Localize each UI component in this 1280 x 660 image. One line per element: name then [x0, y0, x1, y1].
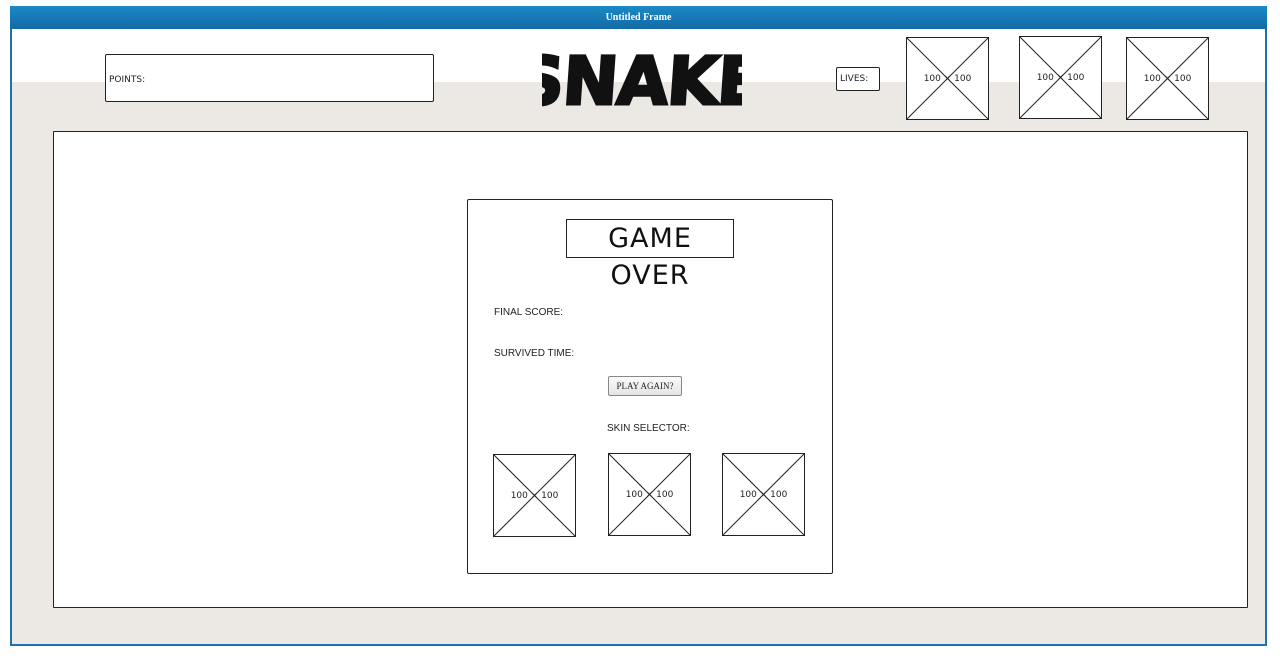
lives-label-box: LIVES: — [836, 67, 880, 91]
points-label: POINTS: — [109, 75, 146, 85]
window-title: Untitled Frame — [605, 12, 672, 23]
life-icon-3-label: 100 × 100 — [1143, 73, 1192, 84]
final-score-label: FINAL SCORE: — [494, 307, 564, 318]
skin-option-2-label: 100 × 100 — [625, 489, 674, 500]
life-icon-1: 100 × 100 — [906, 37, 989, 120]
skin-selector-label: SKIN SELECTOR: — [607, 423, 690, 434]
skin-option-3[interactable]: 100 × 100 — [722, 453, 805, 536]
skin-option-1[interactable]: 100 × 100 — [493, 454, 576, 537]
survived-time-label: SURVIVED TIME: — [494, 348, 575, 359]
skin-option-3-label: 100 × 100 — [739, 489, 788, 500]
life-icon-3: 100 × 100 — [1126, 37, 1209, 120]
life-icon-2: 100 × 100 — [1019, 36, 1102, 119]
points-display: POINTS: — [105, 54, 434, 102]
svg-text:SNAKE: SNAKE — [542, 43, 742, 116]
skin-option-1-label: 100 × 100 — [510, 490, 559, 501]
skin-option-2[interactable]: 100 × 100 — [608, 453, 691, 536]
lives-label: LIVES: — [840, 74, 869, 84]
window-title-bar: Untitled Frame — [10, 6, 1267, 29]
life-icon-2-label: 100 × 100 — [1036, 72, 1085, 83]
game-over-title: GAME OVER — [566, 219, 734, 291]
play-again-button[interactable]: PLAY AGAIN? — [608, 376, 682, 396]
snake-logo: SNAKE — [512, 40, 765, 122]
life-icon-1-label: 100 × 100 — [923, 73, 972, 84]
